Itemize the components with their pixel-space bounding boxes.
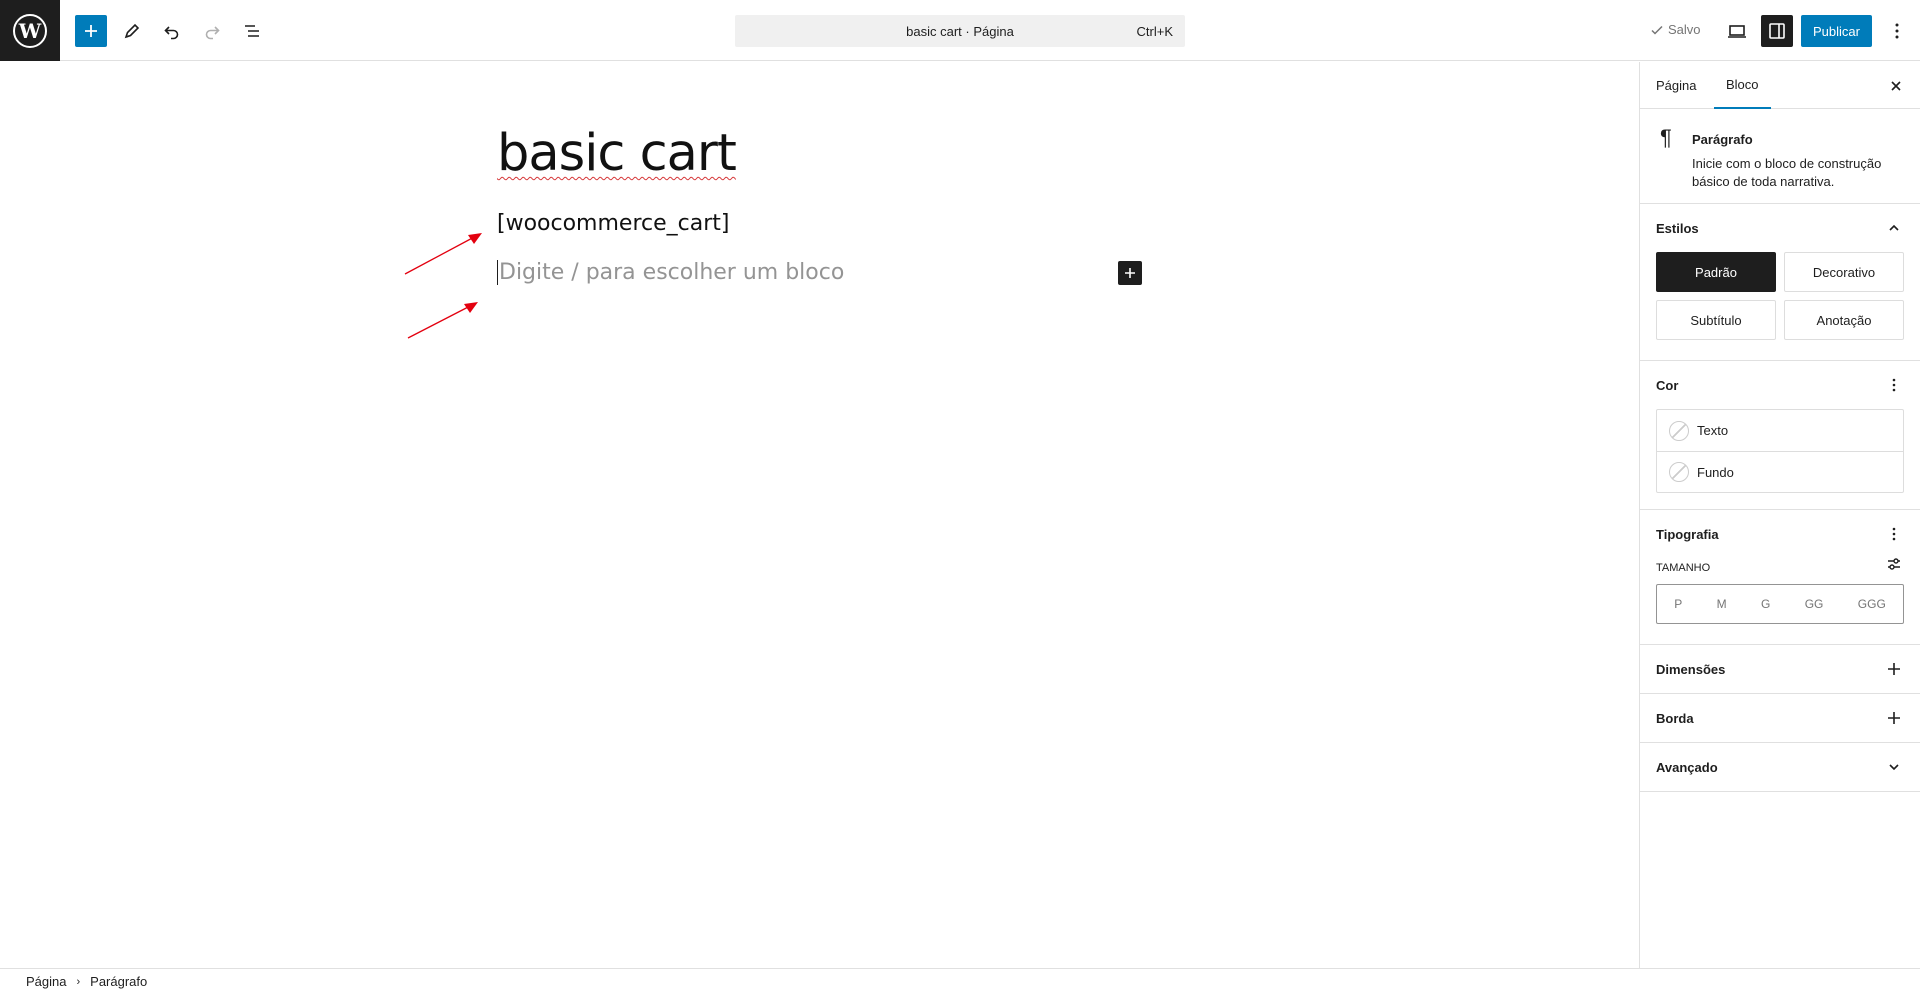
plus-icon (1884, 659, 1904, 679)
border-panel-title: Borda (1656, 710, 1694, 726)
settings-button[interactable] (1761, 15, 1793, 47)
breadcrumb-item-pagina[interactable]: Página (26, 974, 66, 989)
check-icon (1651, 25, 1663, 35)
tab-bloco[interactable]: Bloco (1714, 62, 1771, 109)
annotation-arrow-title (404, 233, 482, 275)
more-vertical-icon[interactable] (1884, 375, 1904, 395)
close-icon (1891, 81, 1901, 91)
redo-icon (205, 26, 220, 40)
style-option-subtitulo[interactable]: Subtítulo (1656, 300, 1776, 340)
advanced-panel-toggle[interactable]: Avançado (1640, 743, 1920, 791)
styles-panel-toggle[interactable]: Estilos (1640, 204, 1920, 252)
dimensions-panel-title: Dimensões (1656, 661, 1726, 677)
advanced-panel-title: Avançado (1656, 759, 1718, 775)
style-option-decorativo[interactable]: Decorativo (1784, 252, 1904, 292)
more-vertical-icon[interactable] (1884, 524, 1904, 544)
tab-pagina[interactable]: Página (1656, 62, 1696, 109)
more-vertical-icon (1895, 23, 1899, 39)
chevron-right-icon: › (76, 975, 81, 988)
color-panel: Cor Texto Fundo (1640, 361, 1920, 510)
post-title[interactable]: basic cart (497, 124, 737, 183)
plus-icon (85, 25, 97, 37)
chevron-down-icon (1884, 757, 1904, 777)
document-title: basic cart · Página (906, 23, 1014, 39)
block-inserter-button[interactable] (75, 15, 107, 47)
saved-indicator: Salvo (1650, 22, 1701, 37)
sidebar-tabs: Página Bloco (1640, 62, 1920, 109)
color-list: Texto Fundo (1656, 409, 1904, 493)
styles-panel-title: Estilos (1656, 220, 1699, 236)
preview-button[interactable] (1721, 15, 1753, 47)
sidebar-icon (1769, 23, 1785, 39)
annotation-arrows (404, 233, 482, 339)
block-name: Parágrafo (1692, 132, 1753, 147)
font-size-label: TAMANHO (1656, 562, 1711, 574)
block-breadcrumb: Página › Parágrafo (0, 968, 1920, 994)
color-item-label: Fundo (1697, 464, 1734, 480)
dimensions-panel: Dimensões (1640, 645, 1920, 694)
color-swatch-icon (1669, 462, 1689, 482)
options-button[interactable] (1881, 15, 1913, 47)
typography-panel-title: Tipografia (1656, 526, 1719, 542)
plus-icon (1125, 268, 1135, 278)
wordpress-logo-icon[interactable]: W (0, 0, 60, 61)
color-item-texto[interactable]: Texto (1657, 410, 1903, 451)
block-description: Inicie com o bloco de construção básico … (1692, 156, 1882, 189)
custom-size-toggle-icon[interactable] (1884, 554, 1904, 574)
inline-block-inserter-button[interactable] (1118, 261, 1142, 285)
typography-panel-header: Tipografia (1640, 510, 1920, 558)
editor-canvas[interactable]: basic cart [woocommerce_cart] Digite / p… (0, 62, 1639, 968)
shortcode-block[interactable]: [woocommerce_cart] (497, 211, 729, 236)
list-view-icon (245, 25, 259, 37)
font-size-option-g[interactable]: G (1761, 597, 1770, 611)
style-option-anotacao[interactable]: Anotação (1784, 300, 1904, 340)
styles-grid: Padrão Decorativo Subtítulo Anotação (1640, 252, 1920, 360)
desktop-icon (1728, 25, 1746, 38)
document-overview-button[interactable] (236, 15, 268, 47)
close-sidebar-button[interactable] (1884, 74, 1908, 98)
redo-button[interactable] (196, 15, 228, 47)
command-palette-bar[interactable]: basic cart · Página Ctrl+K (735, 15, 1185, 47)
undo-icon (164, 26, 179, 40)
publish-button[interactable]: Publicar (1801, 15, 1872, 47)
command-shortcut: Ctrl+K (1136, 23, 1173, 39)
pencil-icon (124, 23, 140, 39)
font-size-picker: P M G GG GGG (1656, 584, 1904, 624)
border-panel-toggle[interactable]: Borda (1640, 694, 1920, 742)
style-option-padrao[interactable]: Padrão (1656, 252, 1776, 292)
advanced-panel: Avançado (1640, 743, 1920, 792)
dimensions-panel-toggle[interactable]: Dimensões (1640, 645, 1920, 693)
color-panel-header: Cor (1640, 361, 1920, 409)
styles-panel: Estilos Padrão Decorativo Subtítulo Anot… (1640, 204, 1920, 361)
color-swatch-icon (1669, 420, 1689, 441)
empty-paragraph-block[interactable]: Digite / para escolher um bloco (497, 260, 844, 285)
font-size-option-gg[interactable]: GG (1805, 597, 1824, 611)
annotation-arrow-shortcode (407, 302, 478, 339)
svg-text:W: W (18, 19, 42, 43)
color-panel-title: Cor (1656, 377, 1679, 393)
paragraph-icon: ¶ (1660, 125, 1672, 150)
color-item-label: Texto (1697, 423, 1729, 438)
breadcrumb-item-paragrafo[interactable]: Parágrafo (90, 974, 147, 989)
font-size-option-ggg[interactable]: GGG (1858, 597, 1886, 611)
font-size-option-p[interactable]: P (1674, 597, 1682, 611)
font-size-option-m[interactable]: M (1717, 597, 1727, 611)
font-size-header: TAMANHO (1640, 558, 1920, 584)
undo-button[interactable] (156, 15, 188, 47)
border-panel: Borda (1640, 694, 1920, 743)
typography-panel: Tipografia TAMANHO P M G GG GGG (1640, 510, 1920, 645)
chevron-up-icon (1884, 218, 1904, 238)
editor-header: W basic cart · Página Ctrl+K Salvo Publi… (0, 0, 1920, 61)
settings-sidebar: Página Bloco ¶ Parágrafo Inicie com o bl… (1639, 62, 1920, 968)
saved-label: Salvo (1668, 22, 1701, 37)
plus-icon (1884, 708, 1904, 728)
block-card: ¶ Parágrafo Inicie com o bloco de constr… (1640, 109, 1920, 204)
tools-button[interactable] (116, 15, 148, 47)
color-item-fundo[interactable]: Fundo (1657, 451, 1903, 492)
